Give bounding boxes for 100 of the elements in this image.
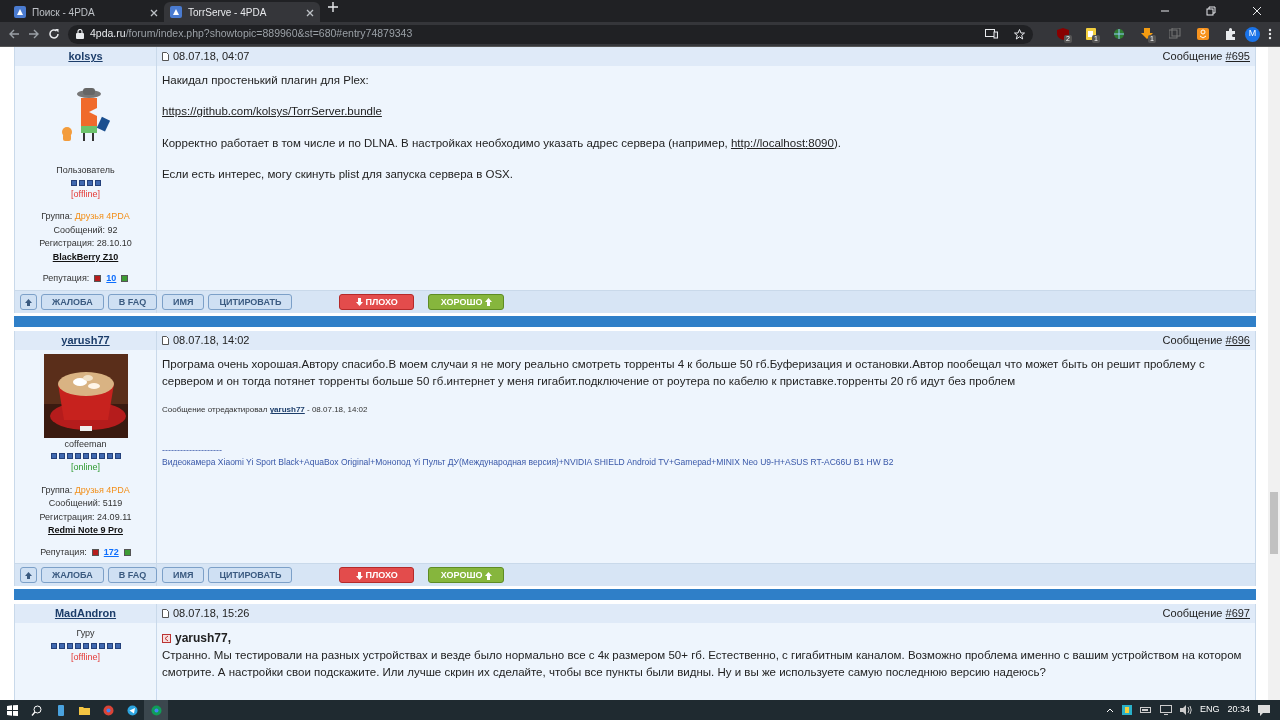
reputation-label: Репутация: <box>40 545 87 559</box>
reply-name: yarush77, <box>175 630 232 647</box>
app-tray-icon[interactable] <box>1121 705 1132 715</box>
close-icon[interactable] <box>306 8 314 17</box>
reputation-label: Репутация: <box>42 272 90 285</box>
clock[interactable]: 20:34 <box>1227 703 1250 717</box>
note-icon[interactable] <box>1085 28 1097 40</box>
group-name: Друзья 4PDA <box>74 211 130 221</box>
document-icon <box>162 609 169 618</box>
user-status: [offline] <box>71 187 100 201</box>
post-text: Корректно работает в том числе и по DLNA. В настройках необходимо указать адрес сервера (например, http://localhost:8090). <box>162 135 842 151</box>
link[interactable]: http://localhost:8090 <box>730 136 834 149</box>
post-number-label: Сообщение <box>1162 50 1224 63</box>
ok-icon[interactable] <box>1197 28 1209 40</box>
cast-icon[interactable] <box>985 28 998 39</box>
user-rank: coffeeman <box>64 437 107 451</box>
reputation-value[interactable]: 10 <box>106 272 117 286</box>
action-button[interactable]: ЦИТИРОВАТЬ <box>208 567 293 583</box>
link[interactable]: https://github.com/kolsys/TorrServer.bundle <box>162 105 382 118</box>
group-label: Группа: <box>41 484 74 495</box>
post-number-label: Сообщение <box>1162 333 1224 346</box>
post-date: 08.07.18, 14:02 <box>173 332 250 348</box>
action-button[interactable]: ЖАЛОБА <box>41 567 104 583</box>
search-icon[interactable] <box>30 704 42 716</box>
browser-tab[interactable]: Поиск - 4PDA <box>8 2 164 22</box>
scroll-top-button[interactable] <box>20 293 37 310</box>
send-icon[interactable] <box>126 704 138 716</box>
chevron-up-icon[interactable] <box>1105 707 1114 713</box>
action-button[interactable]: ИМЯ <box>162 293 205 310</box>
action-button[interactable]: В FAQ <box>107 567 158 583</box>
minus-icon[interactable] <box>91 548 99 556</box>
shield-icon[interactable] <box>1057 28 1069 40</box>
notification-icon[interactable] <box>1258 704 1270 716</box>
menu-icon[interactable] <box>1268 28 1272 40</box>
post-number-link[interactable]: #697 <box>1225 607 1250 620</box>
plus-icon[interactable] <box>121 275 129 283</box>
reputation-value[interactable]: 172 <box>103 545 119 559</box>
post-number-link[interactable]: #696 <box>1225 333 1250 346</box>
username-link[interactable]: MadAndron <box>54 605 117 622</box>
network-icon[interactable] <box>1159 705 1172 715</box>
signature-text: Видеокамера Xiaomi Yi Sport Black+AquaBox Original+Монопод Yi Пульт ДУ(Международная версия)+NVIDIA SHIELD Android TV+Gamepad+MINIX Neo U9-H+ASUS RT-AC66U B1 HW B2 <box>162 455 895 469</box>
up-arrow-icon <box>25 298 32 306</box>
post-text: Если есть интерес, могу скинуть plist для запуска сервера в OSX. <box>162 166 514 182</box>
battery-icon[interactable] <box>1139 706 1152 714</box>
action-button[interactable]: ИМЯ <box>162 567 205 583</box>
username-link[interactable]: yarush77 <box>61 331 110 349</box>
profile-avatar[interactable]: M <box>1245 26 1260 42</box>
new-tab-icon[interactable] <box>328 1 338 12</box>
extensions-icon[interactable] <box>1225 28 1237 40</box>
globe-icon[interactable] <box>1113 28 1125 40</box>
action-button[interactable]: В FAQ <box>107 293 158 310</box>
close-icon[interactable] <box>150 8 158 17</box>
post-text: Странно. Мы тестировали на разных устройствах и везде было нормально все с 4к размером 50+ гб. Естественно, с гигабитным каналом. Возможно проблема именно с вашим устройством на котором смотрите. А настройки свои подскажите. Или лучше скрин их сделайте, чтобы все пункты были видны. Ну и вы же используете самую последнюю версию надеюсь? <box>162 648 1243 681</box>
address-bar[interactable]: 4pda.ru/forum/index.php?showtopic=889960&st=680#entry74879343 <box>68 24 1033 44</box>
post-date: 08.07.18, 15:26 <box>173 606 250 622</box>
star-icon[interactable] <box>1014 28 1025 40</box>
dislike-button[interactable]: ПЛОХО <box>339 293 415 310</box>
minus-icon[interactable] <box>94 275 102 283</box>
up-arrow-icon <box>485 571 492 580</box>
link[interactable]: yarush77 <box>269 405 305 414</box>
language-indicator[interactable]: ENG <box>1199 703 1220 717</box>
group-label: Группа: <box>41 211 74 221</box>
forward-icon[interactable] <box>28 28 40 40</box>
document-icon <box>162 52 169 61</box>
device-link[interactable]: BlackBerry Z10 <box>52 250 119 264</box>
volume-icon[interactable] <box>1179 705 1192 715</box>
down-arrow-icon <box>356 298 364 307</box>
url-text[interactable]: 4pda.ru/forum/index.php?showtopic=889960&st=680#entry74879343 <box>90 26 413 42</box>
user-rank: Пользователь <box>56 164 115 177</box>
post-number-link[interactable]: #695 <box>1225 50 1250 63</box>
post-count: Сообщений: 5119 <box>48 497 123 510</box>
restore-icon[interactable] <box>1206 6 1216 16</box>
up-arrow-icon <box>485 298 492 307</box>
action-button[interactable]: ЖАЛОБА <box>41 293 104 310</box>
browser-icon[interactable] <box>102 704 114 716</box>
device-link[interactable]: Redmi Note 9 Pro <box>48 524 123 538</box>
scrollbar-thumb[interactable] <box>1270 492 1278 554</box>
action-button[interactable]: ЦИТИРОВАТЬ <box>208 293 293 310</box>
post-number-label: Сообщение <box>1162 607 1224 620</box>
reply-icon[interactable] <box>162 633 171 643</box>
dislike-button[interactable]: ПЛОХО <box>339 567 415 583</box>
registration-date: Регистрация: 24.09.11 <box>39 510 132 524</box>
group-name: Друзья 4PDA <box>74 484 130 495</box>
browser-icon[interactable] <box>150 704 162 716</box>
plus-icon[interactable] <box>123 548 131 556</box>
username-link[interactable]: kolsys <box>68 48 103 65</box>
down-arrow-icon <box>356 571 364 580</box>
user-rank: Гуру <box>76 627 95 640</box>
scroll-top-button[interactable] <box>20 567 37 583</box>
post-date: 08.07.18, 04:07 <box>173 49 250 65</box>
windows-icon[interactable] <box>6 704 18 716</box>
download-icon[interactable] <box>1141 28 1153 40</box>
reload-icon[interactable] <box>48 28 60 40</box>
user-status: [offline] <box>71 650 100 664</box>
edit-note: Сообщение отредактировал yarush77 - 08.07.18, 14:02 <box>162 404 369 416</box>
post-text: Накидал простенький плагин для Plex: <box>162 73 370 88</box>
back-icon[interactable] <box>8 28 20 40</box>
post-text: Програма очень хорошая.Автору спасибо.В моем случаи я не могу реально смотреть торренты 4 к больше 50 гб.Буферизация и остановки.Автор пообещал что может быть он решит проблему с сервером и он тогда потянет торренты больше 50 гб.интернет у меня гигабит.подключение от роутера по кабелю к приставке.торренты 20 гб идут без проблем <box>162 356 1206 389</box>
folder-icon[interactable] <box>78 704 90 716</box>
browser-tab[interactable]: TorrServe - 4PDA <box>164 2 320 22</box>
